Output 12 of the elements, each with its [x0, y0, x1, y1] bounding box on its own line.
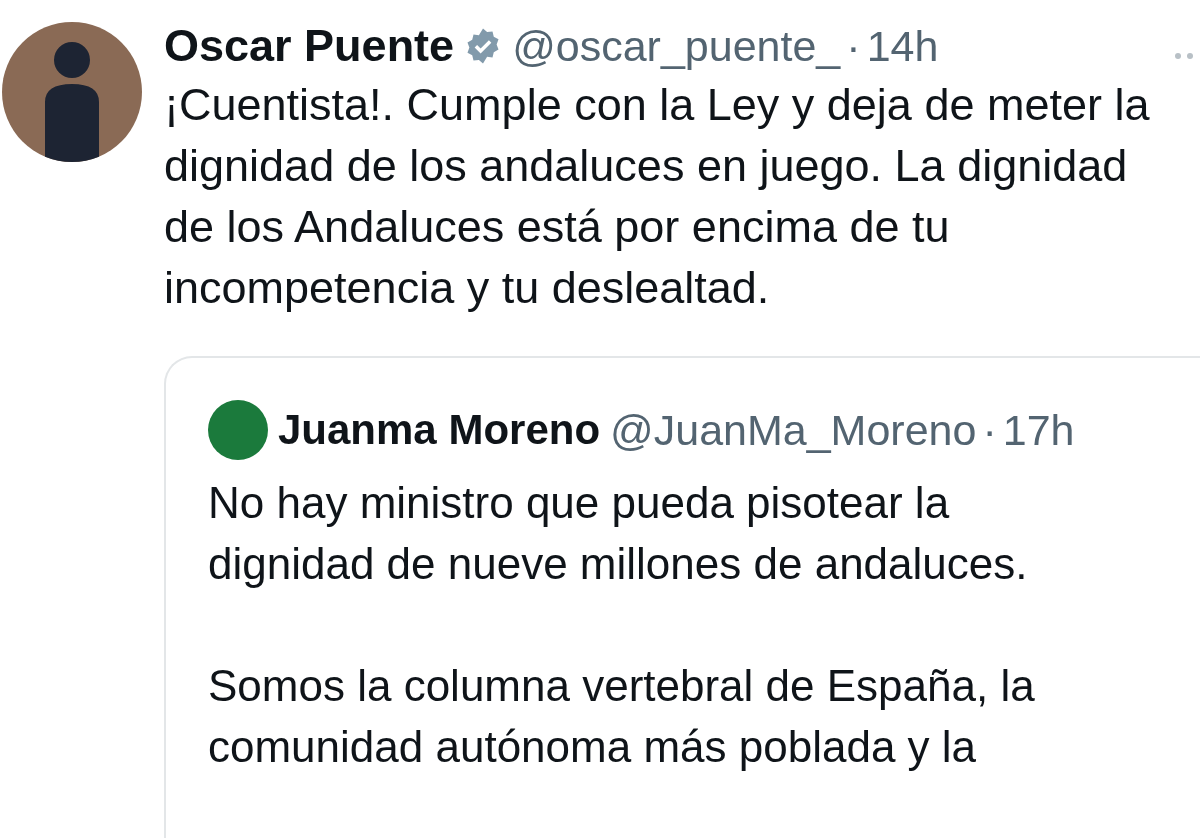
author-handle[interactable]: @oscar_puente_ — [512, 21, 841, 71]
post-time[interactable]: 17h — [1002, 405, 1075, 455]
author-name[interactable]: Oscar Puente — [164, 20, 455, 72]
post-time[interactable]: 14h — [866, 21, 939, 71]
quoted-tweet-card[interactable]: Juanma Moreno @JuanMa_Moreno·17h No hay ministro que pueda pisotear la dignidad de nueve millones de andaluces. Somos la columna vertebral de España, la comunidad autónoma más poblada y la — [164, 356, 1200, 838]
quoted-tweet-text: Somos la columna vertebral de España, la comunidad autónoma más poblada y la — [208, 660, 1036, 773]
separator: · — [982, 405, 997, 455]
author-name[interactable]: Juanma Moreno — [278, 406, 601, 454]
tweet-text: ¡Cuentista!. Cumple con la Ley y deja de meter la dignidad de los andaluces en juego. La dignidad de los Andaluces está por encima de tu incompetencia y tu deslealtad. — [164, 78, 1151, 315]
quoted-tweet-text: No hay ministro que pueda pisotear la dignidad de nueve millones de andaluces. — [208, 477, 1029, 590]
separator: · — [846, 21, 861, 71]
author-handle[interactable]: @JuanMa_Moreno — [610, 405, 977, 455]
